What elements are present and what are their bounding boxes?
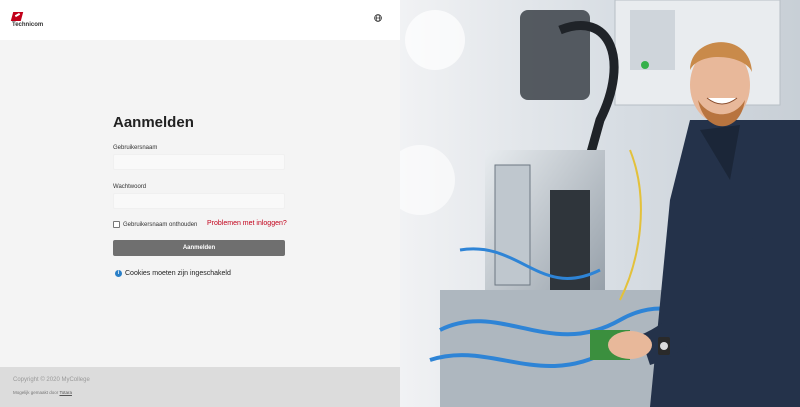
hero-photo-engineer-with-machine: [400, 0, 800, 407]
info-icon: i: [115, 270, 122, 277]
username-input[interactable]: [113, 154, 285, 170]
brand-name: Technicom: [12, 22, 44, 28]
copyright-text: Copyright © 2020 MyCollege: [13, 377, 90, 383]
technicom-logo-icon: [10, 12, 24, 21]
remember-label: Gebruikersnaam onthouden: [123, 221, 198, 228]
login-form: Aanmelden Gebruikersnaam Wachtwoord Gebr…: [113, 114, 287, 277]
footer: Copyright © 2020 MyCollege Mogelijk gema…: [0, 367, 400, 407]
page-title: Aanmelden: [113, 114, 194, 131]
login-button[interactable]: Aanmelden: [113, 240, 285, 256]
password-input[interactable]: [113, 193, 285, 209]
cookies-notice-text: Cookies moeten zijn ingeschakeld: [125, 270, 231, 277]
remember-checkbox[interactable]: [113, 221, 120, 228]
username-label: Gebruikersnaam: [113, 145, 158, 151]
powered-by-text: Mogelijk gemaakt door: [13, 390, 59, 395]
trouble-logging-in-link[interactable]: Problemen met inloggen?: [207, 220, 287, 227]
hero-photo: [400, 0, 800, 407]
brand-logo[interactable]: Technicom: [10, 12, 44, 28]
language-selector[interactable]: [374, 14, 384, 24]
powered-by: Mogelijk gemaakt door Totara: [13, 390, 72, 395]
globe-icon: [374, 14, 382, 22]
password-label: Wachtwoord: [113, 184, 147, 190]
remember-username[interactable]: Gebruikersnaam onthouden: [113, 221, 197, 228]
powered-by-link[interactable]: Totara: [59, 390, 72, 395]
cookies-notice: i Cookies moeten zijn ingeschakeld: [115, 270, 231, 277]
login-panel: Technicom Aanmelden Gebruikersnaam Wacht…: [0, 0, 400, 407]
top-bar: Technicom: [0, 0, 400, 40]
